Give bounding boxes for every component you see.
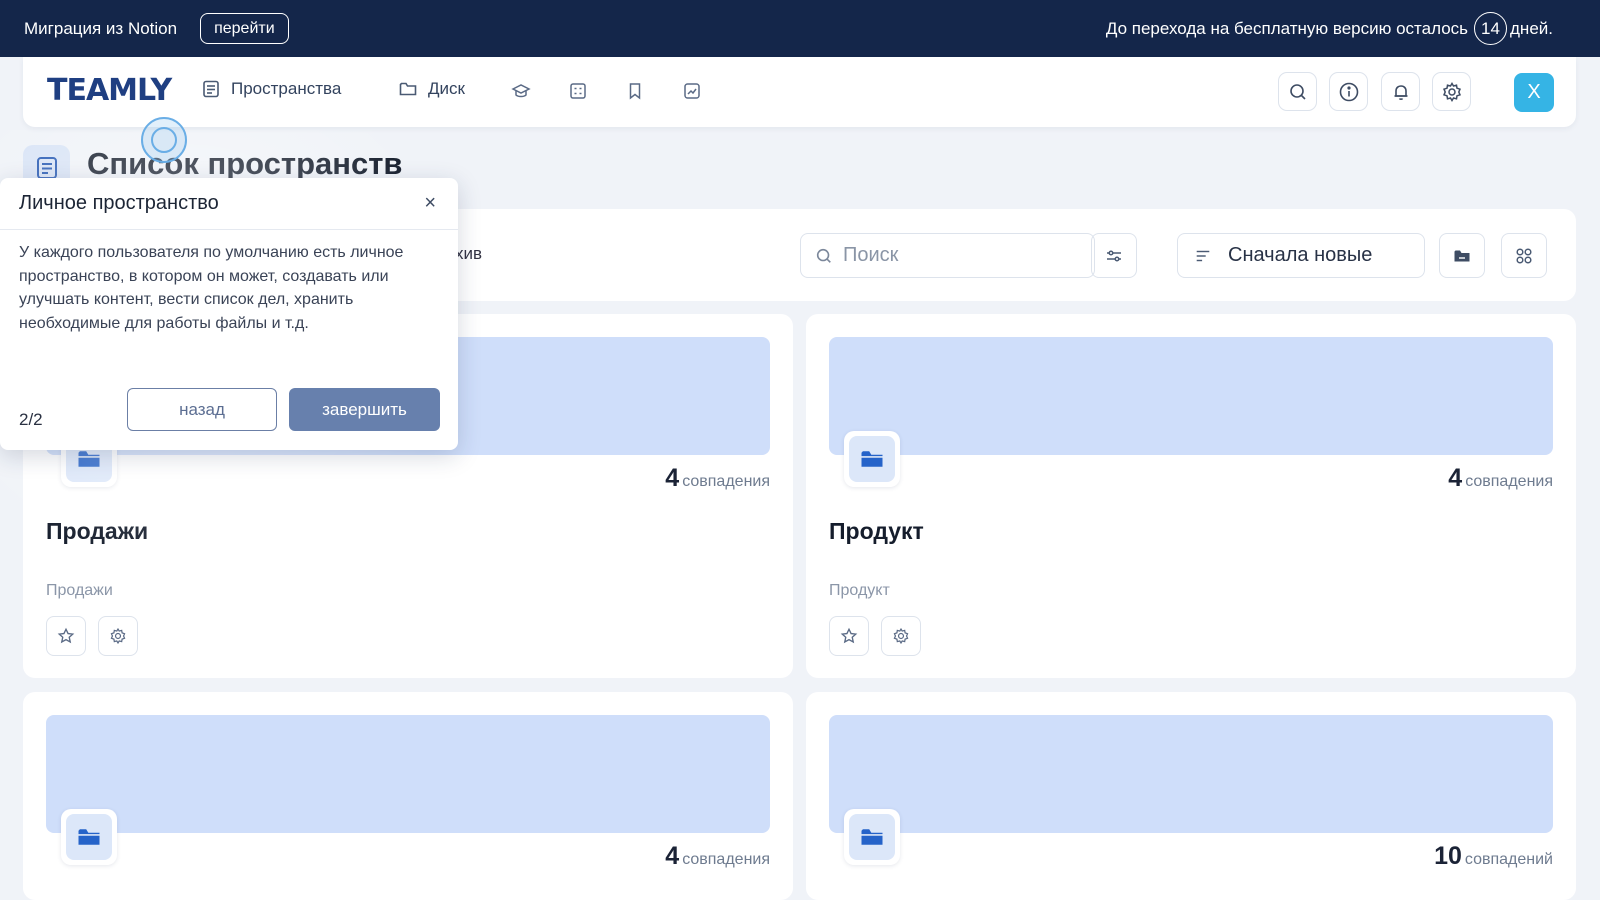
tour-title: Личное пространство bbox=[19, 192, 219, 214]
folder-icon bbox=[399, 82, 417, 96]
spaces-list-icon bbox=[36, 156, 57, 179]
match-count: 10 совпадений bbox=[1434, 842, 1553, 871]
trial-days-badge: 14 bbox=[1474, 12, 1508, 45]
match-count: 4 совпадения bbox=[665, 464, 770, 493]
filter-icon bbox=[1107, 249, 1121, 262]
space-cover bbox=[46, 715, 770, 833]
graduation-cap-icon[interactable] bbox=[511, 81, 531, 101]
migration-text: Миграция из Notion bbox=[24, 18, 178, 38]
teamly-logo[interactable]: TEAMLY bbox=[47, 73, 172, 108]
folder-icon bbox=[1454, 250, 1470, 261]
notifications-button[interactable] bbox=[1381, 72, 1420, 111]
top-navbar: TEAMLY Пространства Диск X bbox=[23, 57, 1576, 127]
grid-icon[interactable] bbox=[568, 81, 588, 101]
archive-tab[interactable]: хив bbox=[455, 244, 482, 264]
match-number: 10 bbox=[1434, 842, 1462, 870]
space-description: Продукт bbox=[829, 582, 890, 599]
space-folder bbox=[844, 431, 900, 487]
settings-button[interactable] bbox=[1432, 72, 1471, 111]
match-word: совпадения bbox=[682, 851, 770, 868]
space-description: Продажи bbox=[46, 582, 113, 599]
search-placeholder: Поиск bbox=[843, 244, 899, 266]
search-icon bbox=[1289, 83, 1306, 100]
folder-icon bbox=[861, 829, 883, 845]
gear-icon bbox=[110, 627, 126, 645]
tour-back-button[interactable]: назад bbox=[127, 388, 277, 431]
tour-step-counter: 2/2 bbox=[19, 410, 43, 429]
tour-pulse-marker bbox=[141, 117, 187, 163]
gear-icon bbox=[1442, 81, 1461, 102]
search-button[interactable] bbox=[1278, 72, 1317, 111]
space-card[interactable]: 4 совпадения Продукт Продукт bbox=[806, 314, 1576, 678]
space-name[interactable]: Продажи bbox=[46, 518, 148, 545]
tour-header: Личное пространство × bbox=[0, 178, 458, 230]
tour-popover: Личное пространство × У каждого пользова… bbox=[0, 178, 458, 450]
tour-finish-button[interactable]: завершить bbox=[289, 388, 440, 431]
migration-go-button[interactable]: перейти bbox=[200, 13, 289, 44]
folder-icon bbox=[78, 829, 100, 845]
space-settings-button[interactable] bbox=[881, 616, 921, 656]
grid-view-icon bbox=[1516, 247, 1532, 264]
space-cover bbox=[829, 715, 1553, 833]
space-folder bbox=[61, 809, 117, 865]
match-word: совпадений bbox=[1464, 851, 1553, 868]
trial-countdown: До перехода на бесплатную версию осталос… bbox=[1106, 12, 1553, 45]
match-number: 4 bbox=[665, 842, 680, 870]
space-card[interactable]: 10 совпадений bbox=[806, 692, 1576, 900]
favorite-button[interactable] bbox=[46, 616, 86, 656]
space-settings-button[interactable] bbox=[98, 616, 138, 656]
search-icon bbox=[816, 248, 831, 263]
info-icon bbox=[1339, 82, 1358, 101]
bookmark-icon[interactable] bbox=[625, 81, 645, 101]
match-number: 4 bbox=[1448, 464, 1463, 492]
match-number: 4 bbox=[665, 464, 680, 492]
favorite-button[interactable] bbox=[829, 616, 869, 656]
space-name[interactable]: Продукт bbox=[829, 518, 924, 545]
sort-icon bbox=[1196, 250, 1210, 261]
star-icon bbox=[57, 627, 75, 644]
filter-button[interactable] bbox=[1091, 233, 1137, 278]
space-cover bbox=[829, 337, 1553, 455]
nav-disk-label: Диск bbox=[428, 79, 465, 98]
sort-label: Сначала новые bbox=[1228, 244, 1373, 266]
nav-disk[interactable]: Диск bbox=[398, 79, 465, 99]
space-card[interactable]: 4 совпадения bbox=[23, 692, 793, 900]
space-folder bbox=[844, 809, 900, 865]
star-icon bbox=[840, 627, 858, 644]
match-count: 4 совпадения bbox=[1448, 464, 1553, 493]
tour-body: У каждого пользователя по умолчанию есть… bbox=[19, 244, 404, 332]
user-avatar[interactable]: X bbox=[1514, 73, 1554, 112]
search-input[interactable]: Поиск bbox=[800, 233, 1095, 278]
grid-view-button[interactable] bbox=[1501, 233, 1547, 278]
sort-select[interactable]: Сначала новые bbox=[1177, 233, 1425, 278]
trial-prefix: До перехода на бесплатную версию осталос… bbox=[1105, 18, 1469, 38]
folder-icon bbox=[861, 451, 883, 467]
info-button[interactable] bbox=[1329, 72, 1368, 111]
chart-icon[interactable] bbox=[682, 81, 702, 101]
match-count: 4 совпадения bbox=[665, 842, 770, 871]
bell-icon bbox=[1394, 84, 1407, 100]
folder-view-button[interactable] bbox=[1439, 233, 1485, 278]
gear-icon bbox=[893, 627, 909, 645]
close-icon[interactable]: × bbox=[424, 192, 436, 215]
nav-spaces-label: Пространства bbox=[231, 79, 342, 98]
trial-suffix: дней. bbox=[1510, 18, 1553, 38]
spaces-icon bbox=[203, 80, 219, 98]
page-title: Список пространств bbox=[87, 146, 403, 181]
trial-banner: Миграция из Notion перейти До перехода н… bbox=[0, 0, 1600, 57]
match-word: совпадения bbox=[1465, 473, 1553, 490]
nav-spaces[interactable]: Пространства bbox=[201, 79, 341, 99]
match-word: совпадения bbox=[682, 473, 770, 490]
